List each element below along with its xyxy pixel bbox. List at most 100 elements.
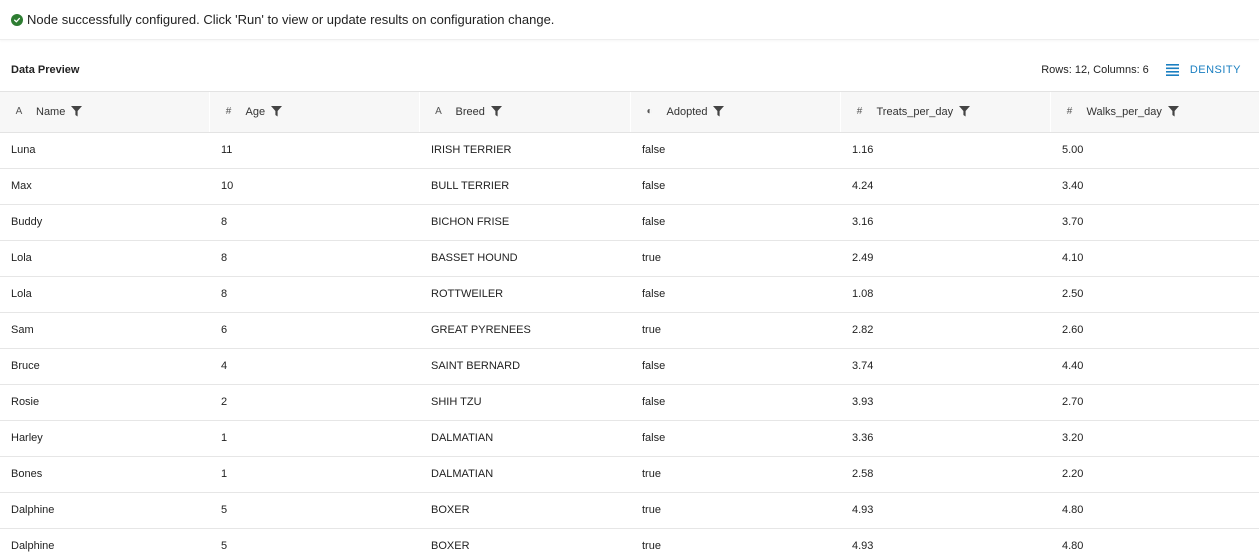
column-header-treats-per-day[interactable]: # Treats_per_day — [840, 92, 1051, 133]
column-type-icon: A — [435, 106, 442, 118]
table-cell-walks-per-day: 2.60 — [1050, 312, 1259, 349]
column-type-icon: # — [1066, 106, 1073, 118]
table-cell-age: 8 — [209, 204, 419, 241]
column-header-inner: A Breed — [432, 106, 630, 118]
table-cell-name: Dalphine — [0, 492, 209, 529]
table-row[interactable]: Lola 8 BASSET HOUND true 2.49 4.10 — [0, 240, 1259, 277]
column-header-label: Age — [245, 105, 266, 118]
filter-icon[interactable] — [1167, 106, 1179, 117]
table-cell-adopted: true — [630, 312, 840, 349]
table-row[interactable]: Rosie 2 SHIH TZU false 3.93 2.70 — [0, 384, 1259, 421]
table-row[interactable]: Lola 8 ROTTWEILER false 1.08 2.50 — [0, 276, 1259, 313]
table-cell-treats-per-day: 3.36 — [840, 420, 1050, 457]
column-header-label: Breed — [455, 105, 485, 118]
filter-icon[interactable] — [71, 106, 83, 117]
filter-icon[interactable] — [490, 106, 502, 117]
table-cell-breed: BICHON FRISE — [419, 204, 630, 241]
filter-icon[interactable] — [959, 106, 971, 117]
table-cell-breed: BASSET HOUND — [419, 240, 630, 277]
table-cell-name: Max — [0, 168, 209, 205]
table-cell-age: 5 — [209, 528, 419, 559]
table-cell-walks-per-day: 4.80 — [1050, 492, 1259, 529]
preview-meta: Rows: 12, Columns: 6 DENSITY — [1041, 63, 1241, 76]
table-row[interactable]: Buddy 8 BICHON FRISE false 3.16 3.70 — [0, 204, 1259, 241]
column-header-age[interactable]: # Age — [209, 92, 420, 133]
table-cell-breed: SHIH TZU — [419, 384, 630, 421]
table-cell-treats-per-day: 4.93 — [840, 492, 1050, 529]
data-preview-header: Data Preview Rows: 12, Columns: 6 DENSIT… — [0, 48, 1259, 92]
table-row[interactable]: Dalphine 5 BOXER true 4.93 4.80 — [0, 492, 1259, 529]
column-header-label: Walks_per_day — [1086, 105, 1162, 118]
table-row[interactable]: Sam 6 GREAT PYRENEES true 2.82 2.60 — [0, 312, 1259, 349]
table-cell-name: Lola — [0, 240, 209, 277]
table-row[interactable]: Dalphine 5 BOXER true 4.93 4.80 — [0, 528, 1259, 559]
column-header-label: Name — [36, 105, 66, 118]
table-row[interactable]: Harley 1 DALMATIAN false 3.36 3.20 — [0, 420, 1259, 457]
status-message: Node successfully configured. Click 'Run… — [27, 12, 555, 27]
table-cell-age: 2 — [209, 384, 419, 421]
column-type-icon: # — [856, 106, 863, 118]
table-cell-treats-per-day: 3.74 — [840, 348, 1050, 385]
filter-icon[interactable] — [713, 106, 725, 117]
table-cell-adopted: false — [630, 204, 840, 241]
column-header-inner: A Name — [12, 106, 209, 118]
filter-icon[interactable] — [271, 106, 283, 117]
table-cell-breed: GREAT PYRENEES — [419, 312, 630, 349]
table-cell-walks-per-day: 2.70 — [1050, 384, 1259, 421]
density-icon — [1165, 63, 1179, 76]
table-cell-breed: DALMATIAN — [419, 456, 630, 493]
data-preview-title: Data Preview — [11, 63, 80, 76]
table-cell-adopted: false — [630, 168, 840, 205]
column-header-inner: # Walks_per_day — [1063, 106, 1259, 118]
column-header-walks-per-day[interactable]: # Walks_per_day — [1050, 92, 1259, 133]
table-row[interactable]: Luna 11 IRISH TERRIER false 1.16 5.00 — [0, 132, 1259, 169]
table-cell-age: 8 — [209, 276, 419, 313]
table-cell-name: Buddy — [0, 204, 209, 241]
table-cell-adopted: true — [630, 492, 840, 529]
table-cell-walks-per-day: 3.70 — [1050, 204, 1259, 241]
table-cell-age: 5 — [209, 492, 419, 529]
table-cell-name: Bruce — [0, 348, 209, 385]
table-row[interactable]: Bruce 4 SAINT BERNARD false 3.74 4.40 — [0, 348, 1259, 385]
table-cell-treats-per-day: 2.49 — [840, 240, 1050, 277]
table-cell-treats-per-day: 2.58 — [840, 456, 1050, 493]
column-header-inner: ◐ Adopted — [643, 106, 840, 118]
table-cell-breed: ROTTWEILER — [419, 276, 630, 313]
column-header-label: Treats_per_day — [876, 105, 954, 118]
table-row[interactable]: Bones 1 DALMATIAN true 2.58 2.20 — [0, 456, 1259, 493]
table-cell-walks-per-day: 4.40 — [1050, 348, 1259, 385]
table-cell-treats-per-day: 1.08 — [840, 276, 1050, 313]
table-cell-age: 1 — [209, 456, 419, 493]
table-cell-walks-per-day: 3.40 — [1050, 168, 1259, 205]
table-cell-adopted: false — [630, 384, 840, 421]
table-cell-age: 10 — [209, 168, 419, 205]
table-cell-age: 4 — [209, 348, 419, 385]
table-cell-walks-per-day: 2.50 — [1050, 276, 1259, 313]
table-cell-treats-per-day: 2.82 — [840, 312, 1050, 349]
table-cell-name: Bones — [0, 456, 209, 493]
column-header-label: Adopted — [666, 105, 708, 118]
density-button[interactable]: DENSITY — [1165, 63, 1241, 76]
table-cell-adopted: false — [630, 348, 840, 385]
table-cell-adopted: false — [630, 276, 840, 313]
table-cell-breed: BULL TERRIER — [419, 168, 630, 205]
table-cell-name: Lola — [0, 276, 209, 313]
table-cell-walks-per-day: 3.20 — [1050, 420, 1259, 457]
table-cell-breed: SAINT BERNARD — [419, 348, 630, 385]
column-header-breed[interactable]: A Breed — [419, 92, 631, 133]
column-type-icon: # — [225, 106, 232, 118]
table-cell-treats-per-day: 3.16 — [840, 204, 1050, 241]
table-cell-breed: DALMATIAN — [419, 420, 630, 457]
column-type-icon: ◐ — [646, 106, 653, 118]
table-cell-treats-per-day: 1.16 — [840, 132, 1050, 169]
table-row[interactable]: Max 10 BULL TERRIER false 4.24 3.40 — [0, 168, 1259, 205]
column-header-inner: # Treats_per_day — [853, 106, 1050, 118]
table-cell-age: 6 — [209, 312, 419, 349]
data-table: A Name # Age A Breed ◐ Adopted # Treats_per_day # W… — [0, 92, 1259, 559]
column-header-adopted[interactable]: ◐ Adopted — [630, 92, 841, 133]
table-cell-name: Dalphine — [0, 528, 209, 559]
table-cell-name: Rosie — [0, 384, 209, 421]
table-cell-name: Sam — [0, 312, 209, 349]
table-cell-adopted: false — [630, 420, 840, 457]
column-header-name[interactable]: A Name — [0, 92, 210, 133]
